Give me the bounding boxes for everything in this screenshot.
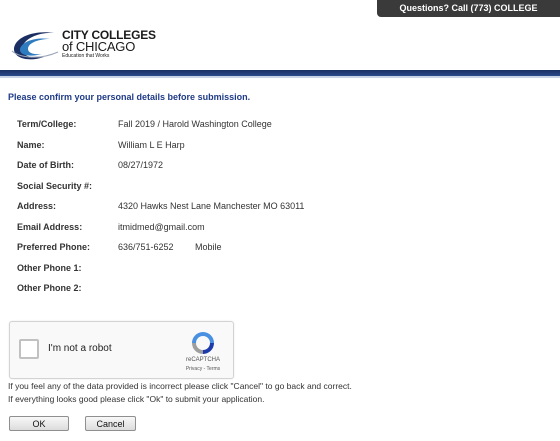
detail-row-term: Term/College: Fall 2019 / Harold Washing… <box>17 119 537 140</box>
detail-value: 4320 Hawks Nest Lane Manchester MO 63011 <box>118 201 305 211</box>
detail-row-other-phone-2: Other Phone 2: <box>17 283 537 304</box>
recaptcha-icon <box>192 332 214 354</box>
detail-label: Other Phone 2: <box>17 283 82 293</box>
cancel-instruction: If you feel any of the data provided is … <box>8 381 352 391</box>
page-title: Please confirm your personal details bef… <box>8 92 251 102</box>
detail-value: itmidmed@gmail.com <box>118 221 205 232</box>
detail-row-ssn: Social Security #: <box>17 181 537 202</box>
detail-label: Social Security #: <box>17 180 93 191</box>
details-list: Term/College: Fall 2019 / Harold Washing… <box>17 119 537 304</box>
detail-row-other-phone-1: Other Phone 1: <box>17 263 537 284</box>
cancel-button[interactable]: Cancel <box>85 416 136 431</box>
detail-label: Name: <box>17 139 45 150</box>
detail-label: Preferred Phone: <box>17 242 91 252</box>
recaptcha-checkbox[interactable] <box>19 339 39 359</box>
detail-row-address: Address: 4320 Hawks Nest Lane Manchester… <box>17 201 537 222</box>
header-divider-shadow <box>0 76 560 78</box>
recaptcha-widget: I'm not a robot reCAPTCHA Privacy - Term… <box>9 321 234 379</box>
detail-value: 08/27/1972 <box>118 160 164 170</box>
detail-row-preferred-phone: Preferred Phone: 636/751-6252 Mobile <box>17 242 537 263</box>
detail-row-dob: Date of Birth: 08/27/1972 <box>17 160 537 181</box>
ok-button[interactable]: OK <box>9 416 69 431</box>
swoosh-logo-icon <box>11 32 59 60</box>
detail-value: William L E Harp <box>118 139 185 150</box>
detail-label: Date of Birth: <box>17 160 74 170</box>
detail-label: Term/College: <box>17 119 77 129</box>
top-bar: Questions? Call (773) COLLEGE <box>0 0 560 20</box>
help-phone-banner: Questions? Call (773) COLLEGE <box>377 0 560 17</box>
ok-instruction: If everything looks good please click "O… <box>8 394 265 404</box>
recaptcha-logo: reCAPTCHA Privacy - Terms <box>183 330 223 372</box>
detail-row-name: Name: William L E Harp <box>17 140 537 161</box>
city-colleges-logo[interactable]: CITY COLLEGES of CHICAGO Education that … <box>10 26 170 66</box>
recaptcha-privacy-terms[interactable]: Privacy - Terms <box>183 366 223 372</box>
detail-value: Fall 2019 / Harold Washington College <box>118 119 272 129</box>
recaptcha-label: I'm not a robot <box>48 343 112 354</box>
detail-row-email: Email Address: itmidmed@gmail.com <box>17 222 537 243</box>
recaptcha-brand: reCAPTCHA <box>185 357 220 363</box>
phone-type: Mobile <box>195 242 222 252</box>
logo-tagline: Education that Works <box>62 53 110 59</box>
logo-line2: of CHICAGO <box>62 39 136 54</box>
detail-label: Email Address: <box>17 221 83 232</box>
detail-value: 636/751-6252 <box>118 242 174 252</box>
detail-label: Other Phone 1: <box>17 262 82 273</box>
detail-label: Address: <box>17 201 57 211</box>
